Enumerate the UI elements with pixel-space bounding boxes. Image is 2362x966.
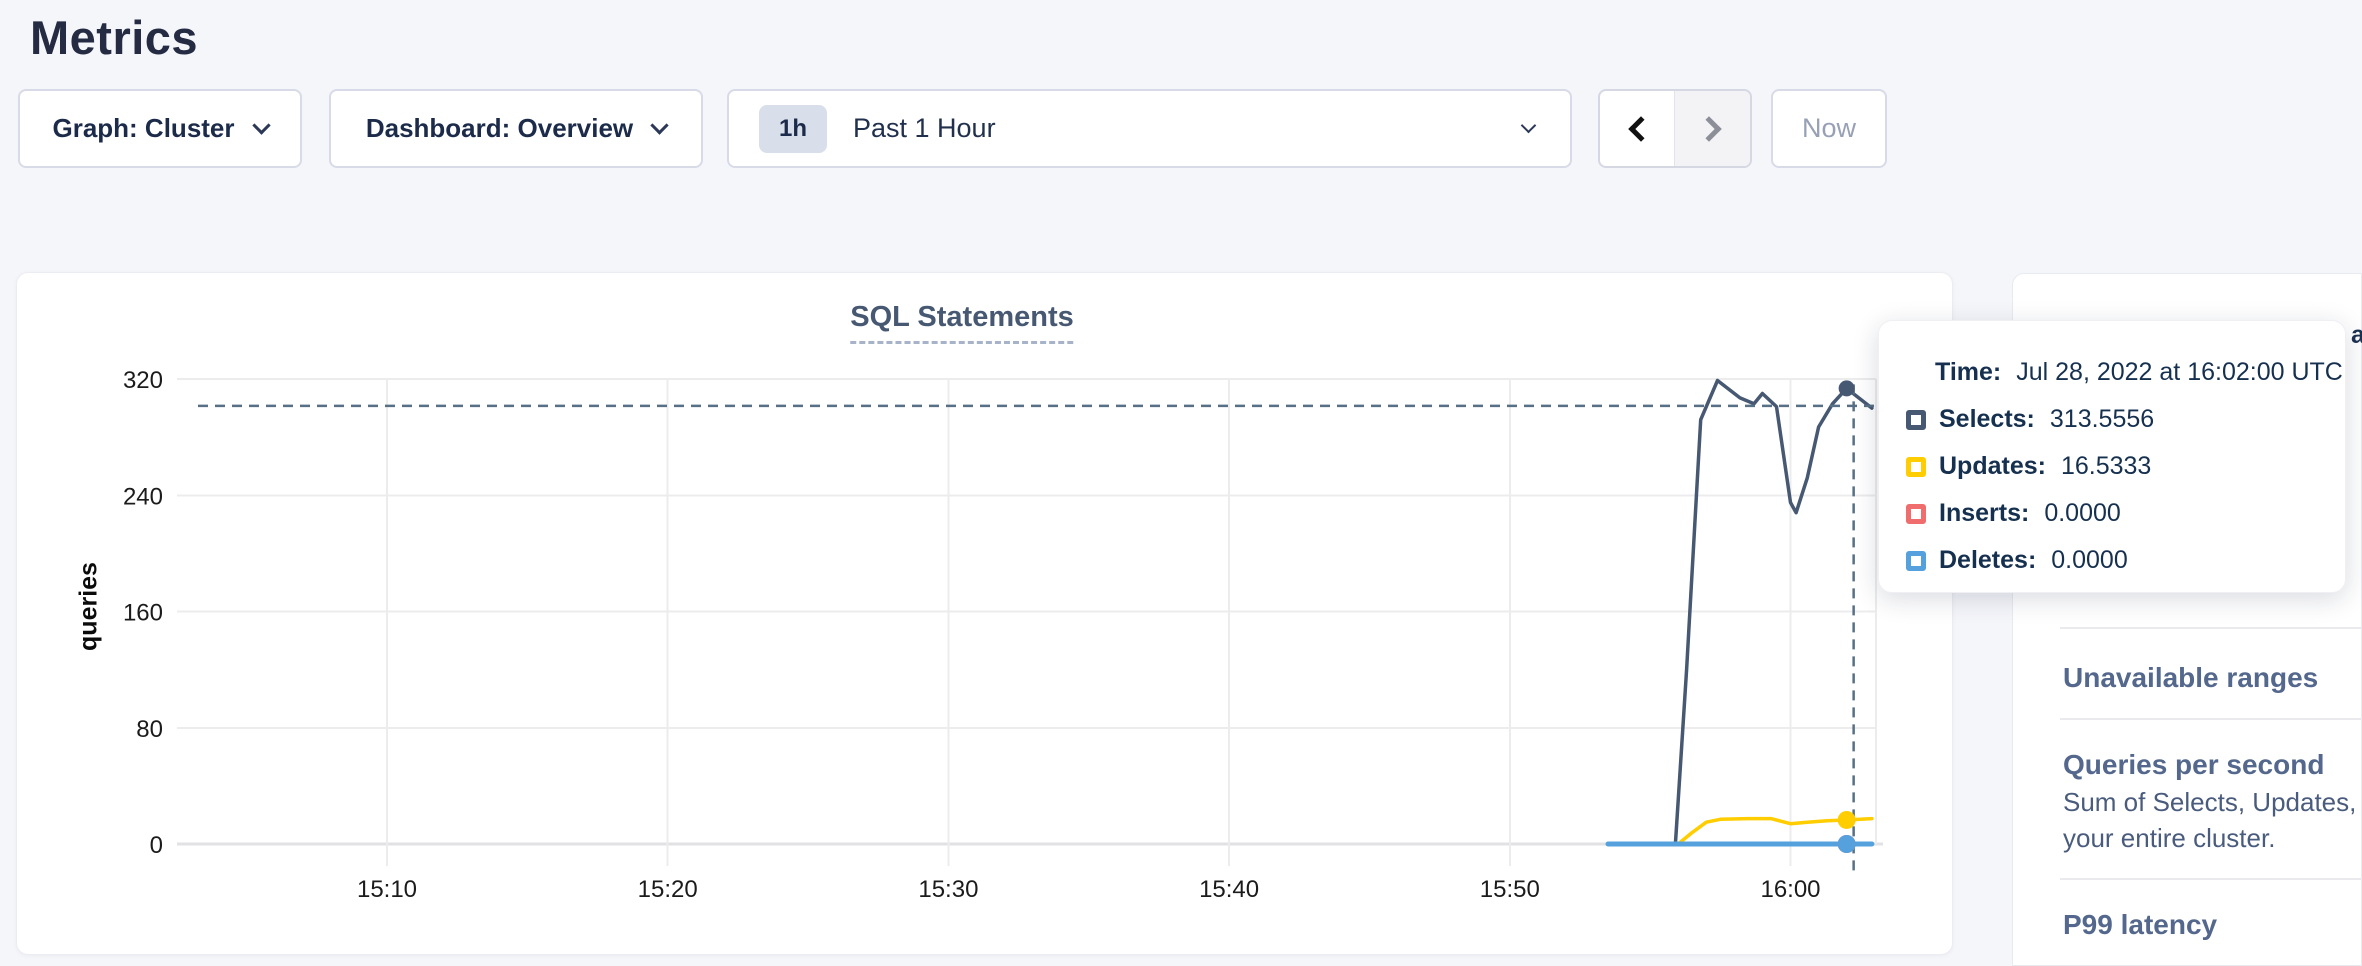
tooltip-time-row: Time: Jul 28, 2022 at 16:02:00 UTC	[1879, 349, 2345, 396]
selects-legend-swatch-icon	[1906, 410, 1926, 430]
chart-title[interactable]: SQL Statements	[850, 301, 1073, 344]
chevron-down-icon	[1521, 118, 1537, 134]
page-title: Metrics	[30, 10, 198, 65]
tooltip-series-value: 313.5556	[2050, 405, 2154, 434]
chart-hover-tooltip: Time: Jul 28, 2022 at 16:02:00 UTC Selec…	[1878, 320, 2346, 593]
time-range-dropdown[interactable]: 1h Past 1 Hour	[727, 89, 1572, 168]
tooltip-series-row: Selects: 313.5556	[1879, 396, 2345, 443]
chevron-down-icon	[650, 116, 668, 134]
time-window-nav	[1598, 89, 1752, 168]
clipped-text-fragment: a	[2351, 321, 2362, 350]
tooltip-series-row: Updates: 16.5333	[1879, 443, 2345, 490]
tooltip-series-label: Updates:	[1939, 452, 2046, 481]
tooltip-series-label: Selects:	[1939, 405, 2035, 434]
sidebar-heading-unavailable-ranges: Unavailable ranges	[2063, 662, 2318, 694]
deletes-legend-swatch-icon	[1906, 551, 1926, 571]
graph-scope-dropdown-label: Graph: Cluster	[52, 113, 234, 144]
time-range-badge: 1h	[759, 105, 827, 153]
time-window-prev-button[interactable]	[1600, 91, 1675, 166]
tooltip-series-row: Deletes: 0.0000	[1879, 537, 2345, 584]
divider	[2060, 878, 2362, 880]
sidebar-description-line: your entire cluster.	[2063, 823, 2275, 854]
dashboard-dropdown[interactable]: Dashboard: Overview	[329, 89, 703, 168]
tooltip-series-label: Deletes:	[1939, 546, 2036, 575]
time-range-label: Past 1 Hour	[853, 113, 996, 144]
sidebar-description-line: Sum of Selects, Updates, Inser	[2063, 787, 2362, 818]
sql-statements-chart-card[interactable]	[16, 272, 1953, 955]
y-axis-label: queries	[75, 542, 104, 672]
time-window-next-button[interactable]	[1675, 91, 1750, 166]
updates-legend-swatch-icon	[1906, 457, 1926, 477]
sidebar-heading-p99-latency: P99 latency	[2063, 909, 2217, 941]
tooltip-series-row: Inserts: 0.0000	[1879, 490, 2345, 537]
inserts-legend-swatch-icon	[1906, 504, 1926, 524]
tooltip-series-value: 16.5333	[2061, 452, 2151, 481]
divider	[2060, 718, 2362, 720]
chevron-left-icon	[1628, 116, 1653, 141]
tooltip-series-value: 0.0000	[2044, 499, 2120, 528]
chevron-down-icon	[252, 116, 270, 134]
metrics-page: { "page": { "title": "Metrics" }, "toolb…	[0, 0, 2362, 966]
chevron-right-icon	[1696, 116, 1721, 141]
now-button[interactable]: Now	[1771, 89, 1887, 168]
tooltip-series-value: 0.0000	[2051, 546, 2127, 575]
divider	[2060, 627, 2362, 629]
sidebar-heading-queries-per-second: Queries per second	[2063, 749, 2324, 781]
graph-scope-dropdown[interactable]: Graph: Cluster	[18, 89, 302, 168]
tooltip-time-value: Jul 28, 2022 at 16:02:00 UTC	[2016, 358, 2343, 387]
dashboard-dropdown-label: Dashboard: Overview	[366, 113, 633, 144]
tooltip-time-label: Time:	[1935, 358, 2001, 387]
tooltip-series-label: Inserts:	[1939, 499, 2029, 528]
